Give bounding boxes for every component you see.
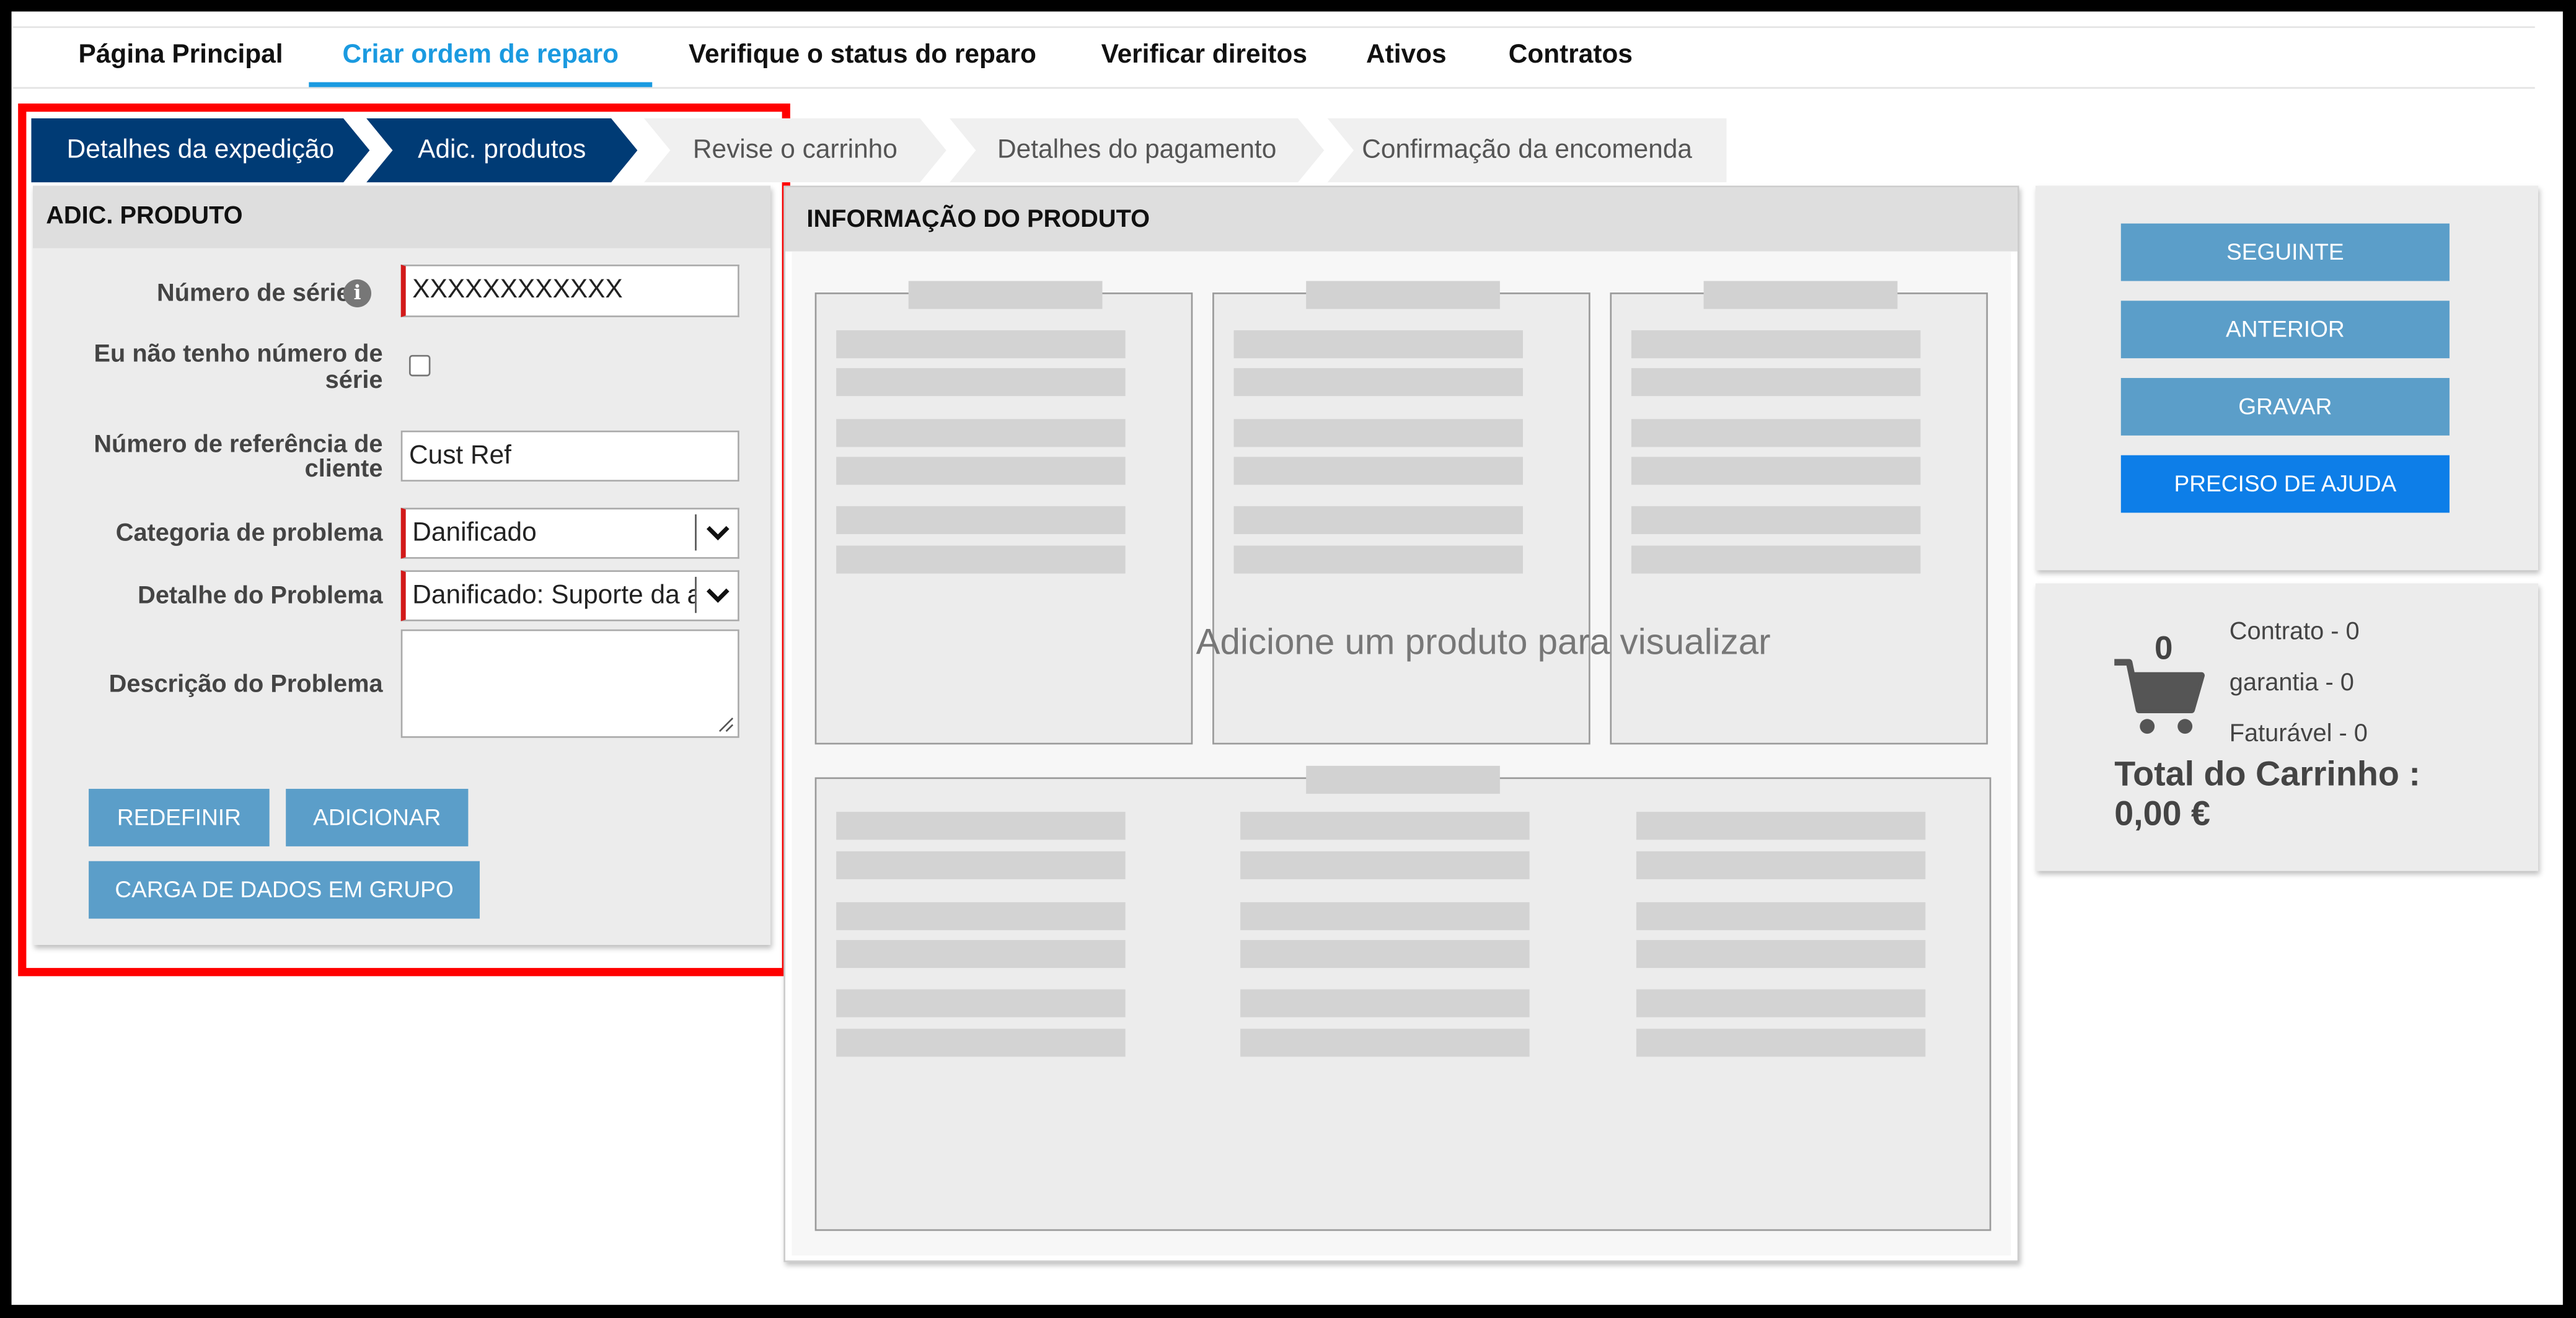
placeholder-card bbox=[1610, 281, 1988, 745]
step-order-confirmation[interactable]: Confirmação da encomenda bbox=[1327, 118, 1727, 183]
problem-category-value: Danificado bbox=[412, 519, 537, 548]
problem-category-select[interactable]: Danificado bbox=[400, 507, 739, 559]
problem-detail-label: Detalhe do Problema bbox=[138, 581, 383, 610]
info-icon[interactable]: i bbox=[343, 279, 372, 307]
placeholder-card bbox=[814, 281, 1193, 745]
customer-ref-label-line1: Número de referência de bbox=[94, 430, 383, 459]
top-nav: Página Principal Criar ordem de reparo V… bbox=[13, 26, 2535, 89]
save-button[interactable]: GRAVAR bbox=[2120, 377, 2450, 436]
product-info-title: INFORMAÇÃO DO PRODUTO bbox=[785, 187, 2018, 252]
placeholder-card bbox=[1212, 281, 1590, 745]
cart-warranty-count: garantia - 0 bbox=[2229, 669, 2354, 697]
problem-category-label: Categoria de problema bbox=[115, 519, 383, 548]
no-serial-checkbox[interactable] bbox=[408, 354, 431, 377]
cart-total-label: Total do Carrinho : bbox=[2114, 755, 2420, 794]
serial-number-label: Número de série bbox=[156, 279, 350, 307]
add-product-title: ADIC. PRODUTO bbox=[33, 185, 771, 248]
add-button[interactable]: ADICIONAR bbox=[286, 789, 469, 846]
product-info-placeholder-area bbox=[792, 251, 2011, 1256]
cart-total-value: 0,00 € bbox=[2114, 795, 2210, 833]
nav-check-entitlements[interactable]: Verificar direitos bbox=[1081, 28, 1328, 87]
resize-grip-icon[interactable] bbox=[718, 716, 734, 733]
chevron-down-icon bbox=[695, 576, 738, 613]
problem-description-textarea[interactable] bbox=[400, 629, 739, 738]
nav-contracts[interactable]: Contratos bbox=[1495, 28, 1646, 87]
actions-panel: SEGUINTE ANTERIOR GRAVAR PRECISO DE AJUD… bbox=[2035, 185, 2539, 571]
nav-home[interactable]: Página Principal bbox=[50, 28, 312, 87]
add-product-panel: ADIC. PRODUTO Número de série i XXXXXXXX… bbox=[33, 185, 771, 945]
problem-description-label: Descrição do Problema bbox=[108, 670, 383, 699]
step-add-products[interactable]: Adic. produtos bbox=[366, 118, 637, 182]
help-button[interactable]: PRECISO DE AJUDA bbox=[2120, 455, 2450, 513]
nav-create-repair-order[interactable]: Criar ordem de reparo bbox=[309, 28, 653, 87]
step-review-cart[interactable]: Revise o carrinho bbox=[644, 118, 946, 182]
product-placeholder-text: Adicione um produto para visualizar bbox=[1196, 621, 1771, 662]
cart-count: 0 bbox=[2154, 631, 2173, 667]
step-payment-details[interactable]: Detalhes do pagamento bbox=[950, 118, 1324, 182]
placeholder-card bbox=[814, 765, 1992, 1231]
step-shipping-details[interactable]: Detalhes da expedição bbox=[31, 118, 369, 182]
problem-detail-select[interactable]: Danificado: Suporte da ar bbox=[400, 570, 739, 622]
no-serial-label-line2: série bbox=[325, 366, 383, 395]
chevron-down-icon bbox=[695, 514, 738, 551]
cart-billable-count: Faturável - 0 bbox=[2229, 719, 2368, 748]
reset-button[interactable]: REDEFINIR bbox=[89, 789, 270, 846]
bulk-upload-button[interactable]: CARGA DE DADOS EM GRUPO bbox=[89, 861, 480, 919]
problem-detail-value: Danificado: Suporte da ar bbox=[412, 581, 711, 610]
nav-assets[interactable]: Ativos bbox=[1352, 28, 1460, 87]
previous-button[interactable]: ANTERIOR bbox=[2120, 301, 2450, 359]
product-info-panel: INFORMAÇÃO DO PRODUTO bbox=[783, 185, 2019, 1262]
no-serial-label-line1: Eu não tenho número de bbox=[94, 340, 383, 369]
cart-contract-count: Contrato - 0 bbox=[2229, 618, 2360, 646]
cart-summary-panel: 0 Contrato - 0 garantia - 0 Faturável - … bbox=[2035, 583, 2539, 871]
nav-check-repair-status[interactable]: Verifique o status do reparo bbox=[665, 28, 1059, 87]
next-button[interactable]: SEGUINTE bbox=[2120, 223, 2450, 281]
customer-ref-input[interactable]: Cust Ref bbox=[400, 430, 739, 482]
customer-ref-label-line2: cliente bbox=[304, 455, 383, 483]
serial-number-input[interactable]: XXXXXXXXXXXX bbox=[400, 264, 739, 317]
